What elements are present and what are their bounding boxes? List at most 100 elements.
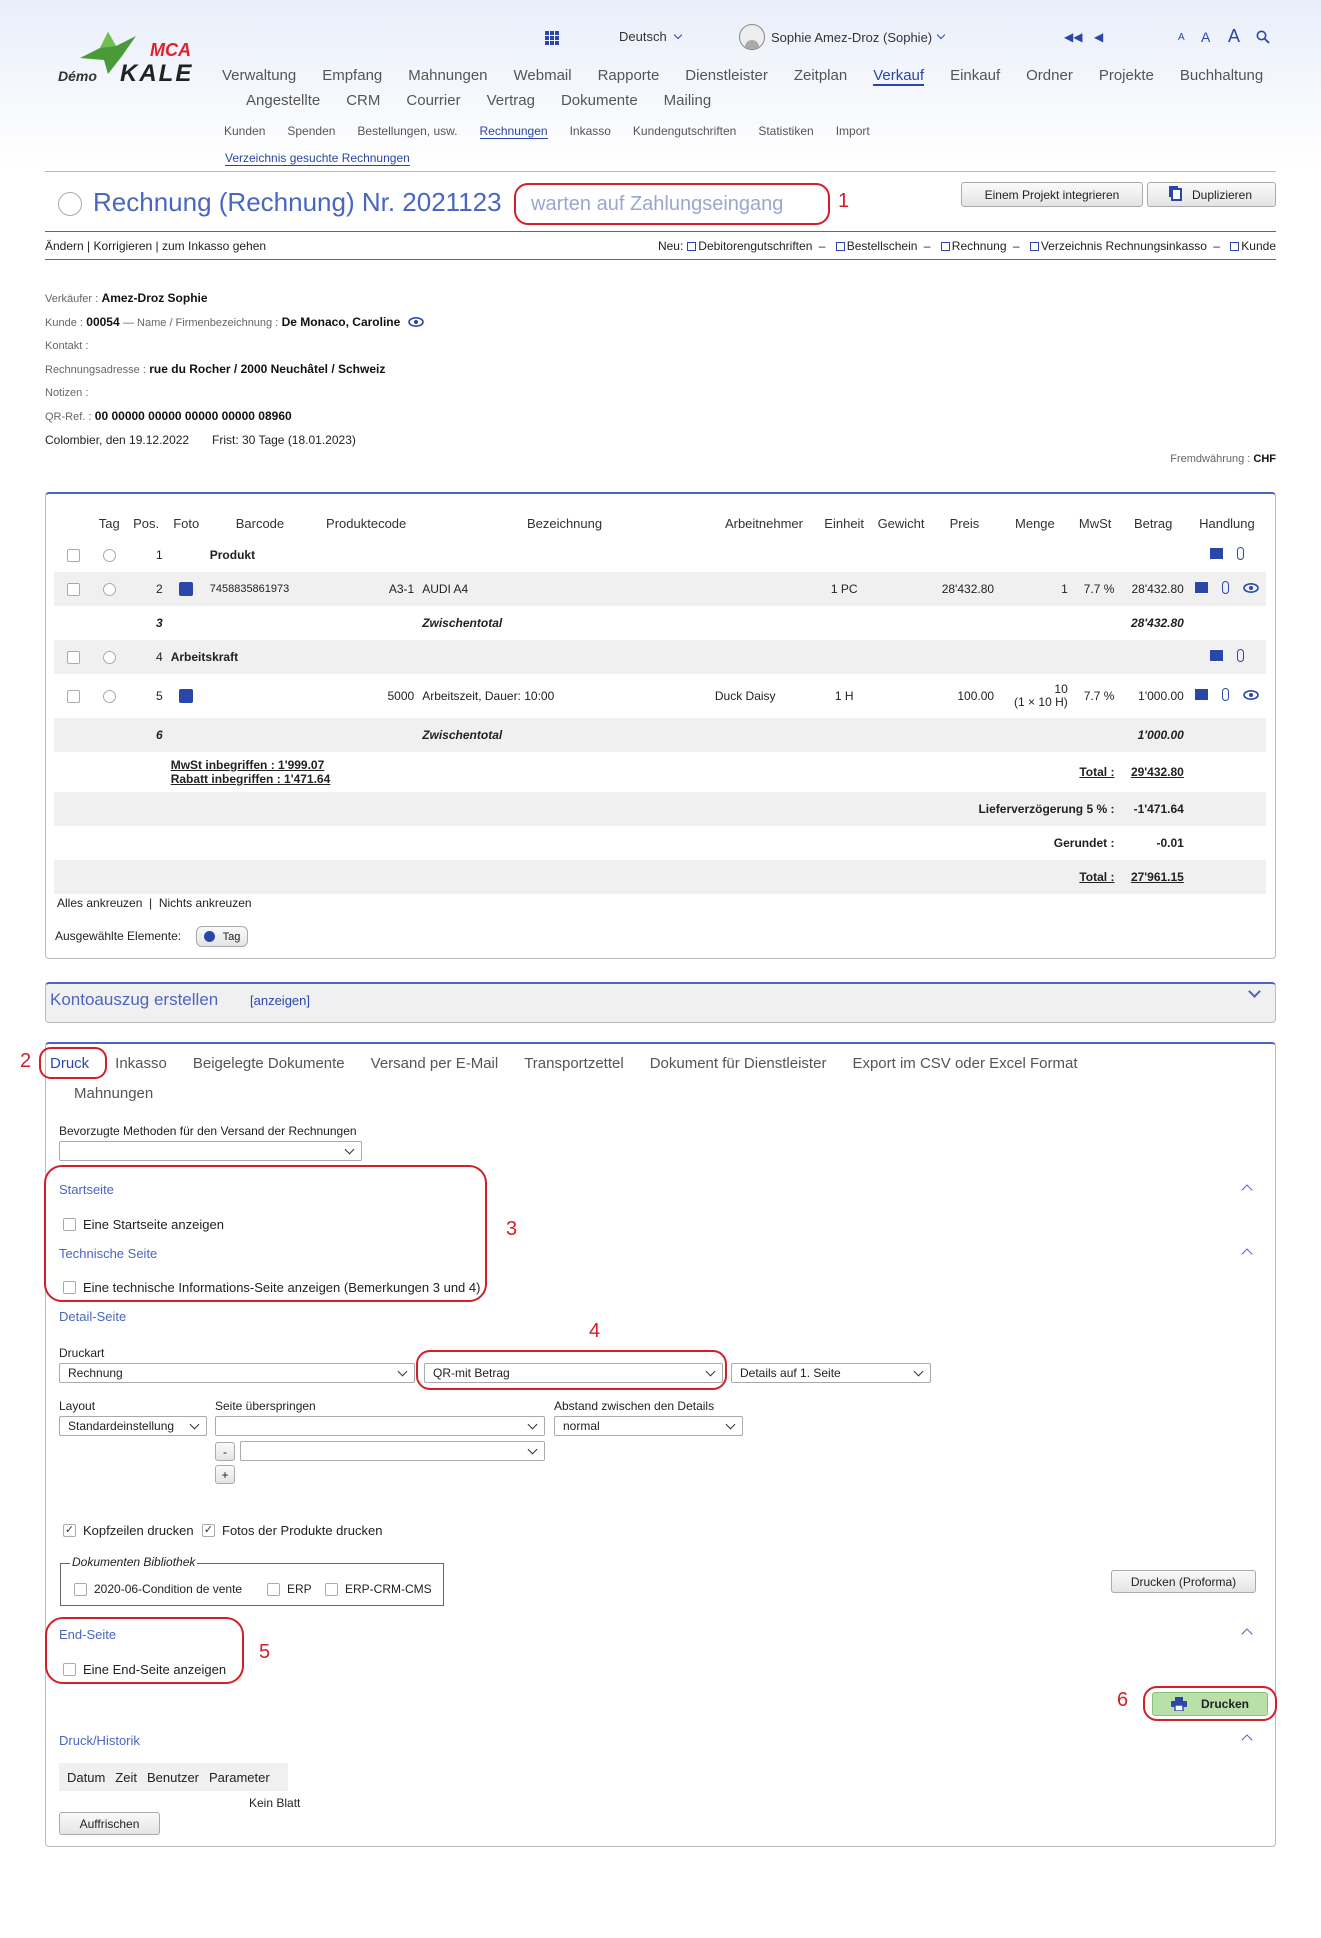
nav-item-buchhaltung[interactable]: Buchhaltung <box>1180 67 1263 86</box>
integrate-project-button[interactable]: Einem Projekt integrieren <box>961 182 1143 207</box>
druckart-select[interactable]: Rechnung <box>59 1363 415 1383</box>
row-tag-radio[interactable] <box>102 583 116 597</box>
nav-item-verkauf[interactable]: Verkauf <box>873 67 925 86</box>
nav-item-verwaltung[interactable]: Verwaltung <box>222 67 296 86</box>
nav-item-webmail[interactable]: Webmail <box>514 67 572 86</box>
nav-item-courrier[interactable]: Courrier <box>406 92 460 109</box>
search-icon[interactable] <box>1256 30 1270 44</box>
row-checkbox[interactable] <box>67 549 80 563</box>
minus-button[interactable]: - <box>215 1442 235 1461</box>
tab-druck[interactable]: Druck <box>50 1055 89 1072</box>
checkbox[interactable] <box>267 1582 280 1596</box>
tab-transportzettel[interactable]: Transportzettel <box>524 1055 624 1072</box>
new-verzeichnis-rechnungsinkasso-link[interactable]: Verzeichnis Rechnungsinkasso <box>1029 239 1207 253</box>
eye-icon[interactable] <box>1243 582 1259 593</box>
statement-show-link[interactable]: [anzeigen] <box>250 993 310 1008</box>
paperclip-icon[interactable] <box>1221 688 1229 701</box>
end-section-title[interactable]: End-Seite <box>59 1627 116 1642</box>
detail-section-title[interactable]: Detail-Seite <box>59 1309 126 1324</box>
checkbox[interactable] <box>63 1218 76 1231</box>
sub-nav-item-spenden[interactable]: Spenden <box>287 124 335 139</box>
back-icon[interactable]: ◀ <box>1094 30 1103 44</box>
row-checkbox[interactable] <box>67 651 80 665</box>
nav-item-rapporte[interactable]: Rapporte <box>598 67 660 86</box>
sub-nav-item-import[interactable]: Import <box>836 124 870 139</box>
nav-item-mailing[interactable]: Mailing <box>664 92 712 109</box>
new-kunde-link[interactable]: Kunde <box>1230 239 1276 253</box>
sub-nav-item-statistiken[interactable]: Statistiken <box>758 124 813 139</box>
end-checkbox[interactable]: Eine End-Seite anzeigen <box>63 1662 226 1677</box>
tab-beigelegte-dokumente[interactable]: Beigelegte Dokumente <box>193 1055 345 1072</box>
statement-panel[interactable] <box>45 982 1276 1023</box>
user-menu[interactable]: Sophie Amez-Droz (Sophie) <box>739 24 946 50</box>
checkbox-checked[interactable]: ✓ <box>202 1524 215 1537</box>
checkbox-checked[interactable]: ✓ <box>63 1524 76 1537</box>
list-icon[interactable] <box>1194 581 1208 594</box>
headers-checkbox[interactable]: ✓ Kopfzeilen drucken <box>63 1523 194 1538</box>
tab-export-im-csv-oder-excel-format[interactable]: Export im CSV oder Excel Format <box>852 1055 1077 1072</box>
font-large[interactable]: A <box>1228 26 1240 47</box>
checkbox[interactable] <box>325 1582 338 1596</box>
library-item-1[interactable]: 2020-06-Condition de vente <box>74 1582 242 1596</box>
row-tag-radio[interactable] <box>102 651 116 665</box>
checkbox[interactable] <box>63 1281 76 1294</box>
spacing-select[interactable]: normal <box>554 1416 743 1436</box>
row-tag-radio[interactable] <box>102 549 116 563</box>
apps-grid-icon[interactable] <box>545 31 559 45</box>
sub-nav-item-kunden[interactable]: Kunden <box>224 124 265 139</box>
nav-item-vertrag[interactable]: Vertrag <box>487 92 535 109</box>
tech-checkbox[interactable]: Eine technische Informations-Seite anzei… <box>63 1280 480 1295</box>
eye-icon[interactable] <box>1243 689 1259 700</box>
tag-button[interactable]: Tag <box>196 926 248 947</box>
checkbox[interactable] <box>74 1582 87 1596</box>
sub-nav-item-rechnungen[interactable]: Rechnungen <box>479 124 548 139</box>
start-section-title[interactable]: Startseite <box>59 1182 114 1197</box>
new-bestellschein-link[interactable]: Bestellschein <box>835 239 917 253</box>
library-item-3[interactable]: ERP-CRM-CMS <box>325 1582 432 1596</box>
image-icon[interactable] <box>179 689 194 704</box>
skip-select[interactable] <box>215 1416 545 1436</box>
select-all-link[interactable]: Alles ankreuzen <box>57 896 142 910</box>
title-radio[interactable] <box>58 192 82 216</box>
plus-button[interactable]: + <box>215 1465 235 1484</box>
nav-item-projekte[interactable]: Projekte <box>1099 67 1154 86</box>
row-checkbox[interactable] <box>67 583 80 597</box>
new-debitorengutschriften-link[interactable]: Debitorengutschriften <box>687 239 812 253</box>
history-section-title[interactable]: Druck/Historik <box>59 1733 140 1748</box>
paperclip-icon[interactable] <box>1221 581 1229 594</box>
methods-select[interactable] <box>59 1141 362 1161</box>
font-small[interactable]: A <box>1178 32 1185 43</box>
logo[interactable]: Démo MCA KALE <box>58 30 218 90</box>
sub-nav-item-inkasso[interactable]: Inkasso <box>570 124 611 139</box>
row-checkbox[interactable] <box>67 690 80 704</box>
print-button[interactable]: Drucken <box>1152 1692 1268 1716</box>
library-item-2[interactable]: ERP <box>267 1582 312 1596</box>
layout-select[interactable]: Standardeinstellung <box>59 1416 207 1436</box>
photos-checkbox[interactable]: ✓ Fotos der Produkte drucken <box>202 1523 382 1538</box>
row-tag-radio[interactable] <box>102 690 116 704</box>
details-select[interactable]: Details auf 1. Seite <box>731 1363 931 1383</box>
list-icon[interactable] <box>1209 649 1223 662</box>
paperclip-icon[interactable] <box>1236 547 1244 560</box>
font-medium[interactable]: A <box>1201 29 1210 45</box>
new-rechnung-link[interactable]: Rechnung <box>940 239 1007 253</box>
tab-versand-per-e-mail[interactable]: Versand per E-Mail <box>371 1055 499 1072</box>
collection-link[interactable]: zum Inkasso gehen <box>162 239 266 253</box>
sub-nav-item-kundengutschriften[interactable]: Kundengutschriften <box>633 124 736 139</box>
nav-item-dienstleister[interactable]: Dienstleister <box>685 67 768 86</box>
skip-select-2[interactable] <box>240 1441 545 1461</box>
select-none-link[interactable]: Nichts ankreuzen <box>159 896 252 910</box>
nav-item-ordner[interactable]: Ordner <box>1026 67 1073 86</box>
nav-item-dokumente[interactable]: Dokumente <box>561 92 638 109</box>
language-select[interactable]: Deutsch <box>619 29 683 44</box>
nav-item-empfang[interactable]: Empfang <box>322 67 382 86</box>
print-proforma-button[interactable]: Drucken (Proforma) <box>1111 1570 1256 1593</box>
nav-item-einkauf[interactable]: Einkauf <box>950 67 1000 86</box>
nav-item-mahnungen[interactable]: Mahnungen <box>408 67 487 86</box>
tech-section-title[interactable]: Technische Seite <box>59 1246 157 1261</box>
refresh-button[interactable]: Auffrischen <box>59 1812 160 1835</box>
nav-item-angestellte[interactable]: Angestellte <box>246 92 320 109</box>
start-checkbox[interactable]: Eine Startseite anzeigen <box>63 1217 224 1232</box>
list-icon[interactable] <box>1194 688 1208 701</box>
sub-nav-search-list[interactable]: Verzeichnis gesuchte Rechnungen <box>225 151 410 166</box>
